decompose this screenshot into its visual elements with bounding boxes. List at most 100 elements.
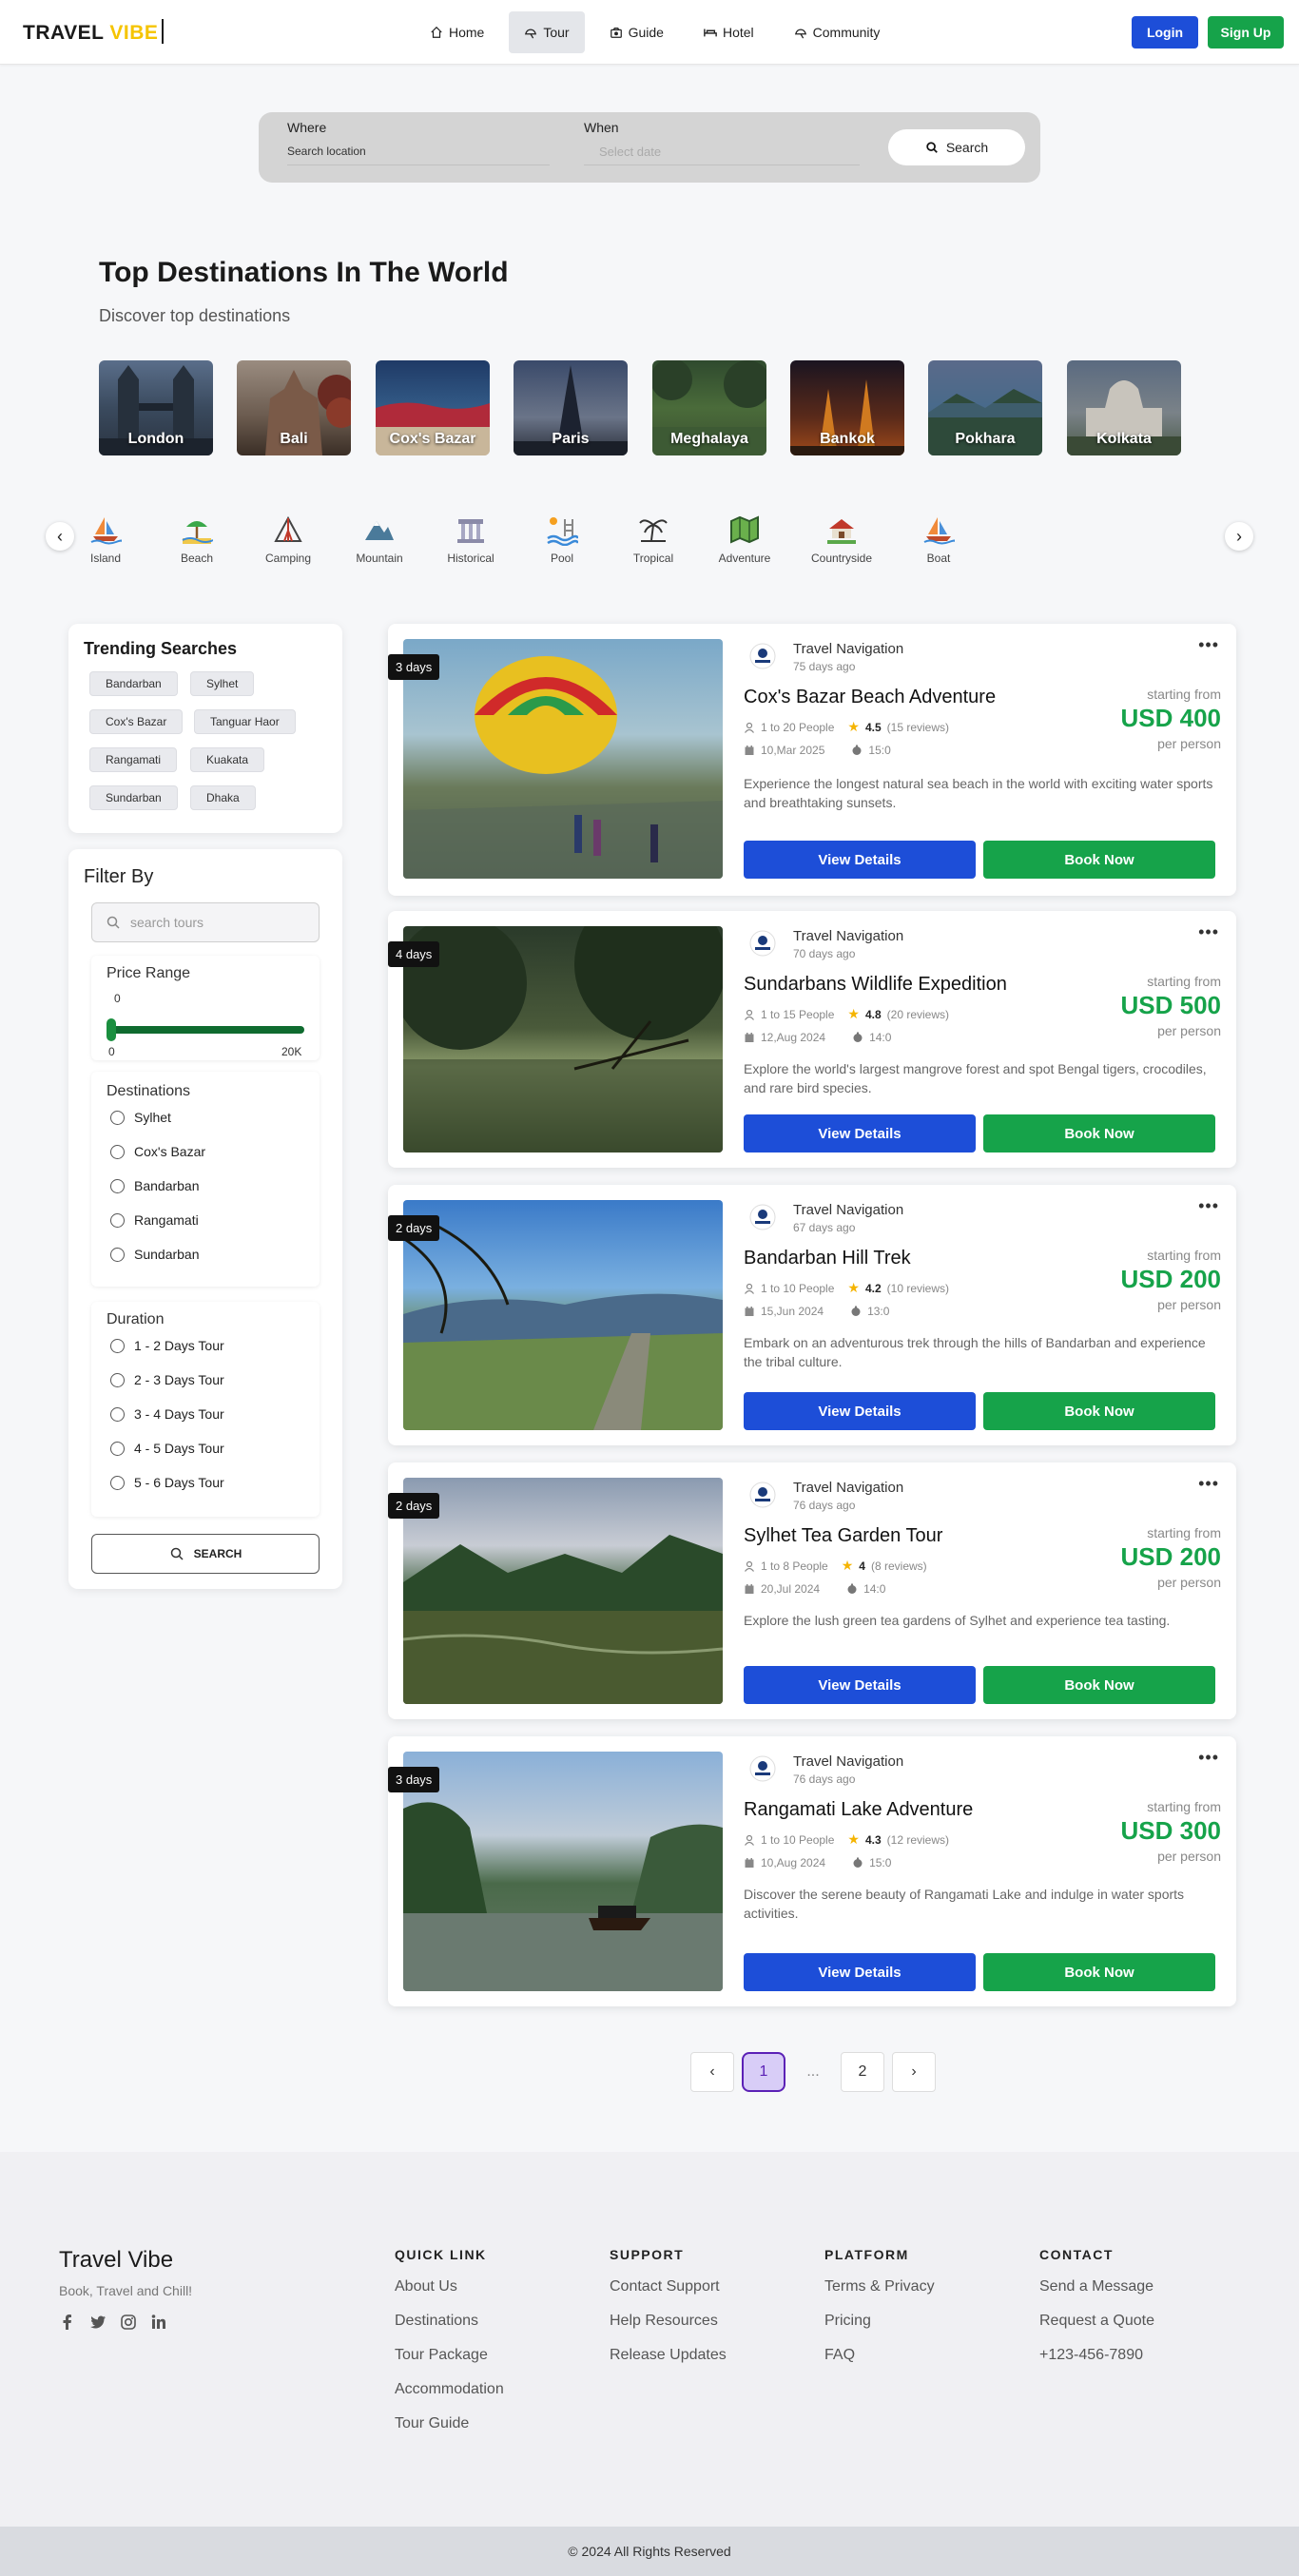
footer-link[interactable]: Pricing [824,2312,935,2331]
category-tropical[interactable]: Tropical [611,513,696,565]
agency-name[interactable]: Travel Navigation [793,1753,903,1770]
book-now-button[interactable]: Book Now [983,1666,1215,1704]
tour-image[interactable] [403,1478,723,1704]
radio-button[interactable] [110,1110,125,1125]
destination-card-pokhara[interactable]: Pokhara [928,360,1042,455]
destination-card-kolkata[interactable]: Kolkata [1067,360,1181,455]
more-options-icon[interactable]: ••• [1198,635,1219,655]
tour-search-input[interactable]: search tours [91,902,320,942]
footer-link[interactable]: Request a Quote [1039,2312,1154,2331]
category-camping[interactable]: Camping [245,513,331,565]
trending-chip[interactable]: Rangamati [89,747,178,772]
trending-chip[interactable]: Sylhet [190,671,255,696]
radio-button[interactable] [110,1475,125,1490]
destination-option[interactable]: Bandarban [110,1178,200,1193]
destination-card-paris[interactable]: Paris [514,360,628,455]
duration-option[interactable]: 4 - 5 Days Tour [110,1441,224,1456]
footer-link[interactable]: Contact Support [610,2277,727,2296]
pagination-prev-button[interactable]: ‹ [690,2052,734,2092]
book-now-button[interactable]: Book Now [983,841,1215,879]
destination-card-meghalaya[interactable]: Meghalaya [652,360,766,455]
tour-title[interactable]: Sylhet Tea Garden Tour [744,1525,942,1547]
tour-image[interactable] [403,1200,723,1430]
pagination-page-2[interactable]: 2 [841,2052,884,2092]
book-now-button[interactable]: Book Now [983,1953,1215,1991]
view-details-button[interactable]: View Details [744,1392,976,1430]
trending-chip[interactable]: Dhaka [190,785,256,810]
footer-link[interactable]: Send a Message [1039,2277,1154,2296]
radio-button[interactable] [110,1247,125,1262]
radio-button[interactable] [110,1372,125,1387]
nav-hotel[interactable]: Hotel [688,11,769,53]
radio-button[interactable] [110,1144,125,1159]
tour-title[interactable]: Bandarban Hill Trek [744,1248,911,1269]
login-button[interactable]: Login [1132,16,1198,48]
tour-image[interactable] [403,1752,723,1991]
twitter-icon[interactable] [89,2314,107,2331]
signup-button[interactable]: Sign Up [1208,16,1284,48]
facebook-icon[interactable] [59,2314,76,2331]
pagination-next-button[interactable]: › [892,2052,936,2092]
footer-link[interactable]: Terms & Privacy [824,2277,935,2296]
trending-chip[interactable]: Cox's Bazar [89,709,184,734]
view-details-button[interactable]: View Details [744,841,976,879]
footer-link[interactable]: FAQ [824,2346,935,2365]
footer-link[interactable]: Release Updates [610,2346,727,2365]
category-boat[interactable]: Boat [896,513,981,565]
category-adventure[interactable]: Adventure [702,513,787,565]
duration-option[interactable]: 1 - 2 Days Tour [110,1338,224,1353]
radio-button[interactable] [110,1441,125,1456]
tour-image[interactable] [403,926,723,1152]
where-input[interactable]: Search location [287,145,550,165]
footer-link[interactable]: Tour Package [395,2346,504,2365]
price-range-track[interactable] [108,1026,304,1034]
destination-card-london[interactable]: London [99,360,213,455]
agency-name[interactable]: Travel Navigation [793,641,903,657]
book-now-button[interactable]: Book Now [983,1114,1215,1152]
trending-chip[interactable]: Tanguar Haor [194,709,296,734]
destination-card-coxs-bazar[interactable]: Cox's Bazar [376,360,490,455]
radio-button[interactable] [110,1178,125,1193]
instagram-icon[interactable] [120,2314,137,2331]
nav-guide[interactable]: Guide [594,11,679,53]
trending-chip[interactable]: Kuakata [190,747,265,772]
destination-option[interactable]: Cox's Bazar [110,1144,205,1159]
duration-option[interactable]: 3 - 4 Days Tour [110,1406,224,1422]
category-historical[interactable]: Historical [428,513,514,565]
tour-title[interactable]: Sundarbans Wildlife Expedition [744,974,1007,996]
filter-search-button[interactable]: SEARCH [91,1534,320,1574]
category-next-button[interactable]: › [1225,522,1253,551]
tour-title[interactable]: Rangamati Lake Adventure [744,1799,973,1821]
more-options-icon[interactable]: ••• [1198,922,1219,942]
trending-chip[interactable]: Bandarban [89,671,178,696]
footer-link[interactable]: Help Resources [610,2312,727,2331]
footer-link[interactable]: About Us [395,2277,504,2296]
destination-card-bali[interactable]: Bali [237,360,351,455]
nav-tour[interactable]: Tour [509,11,585,53]
agency-name[interactable]: Travel Navigation [793,1202,903,1218]
destination-option[interactable]: Rangamati [110,1212,199,1228]
radio-button[interactable] [110,1338,125,1353]
more-options-icon[interactable]: ••• [1198,1748,1219,1768]
view-details-button[interactable]: View Details [744,1666,976,1704]
radio-button[interactable] [110,1406,125,1422]
footer-link[interactable]: Destinations [395,2312,504,2331]
category-mountain[interactable]: Mountain [337,513,422,565]
search-button[interactable]: Search [888,129,1025,165]
tour-title[interactable]: Cox's Bazar Beach Adventure [744,687,996,708]
agency-name[interactable]: Travel Navigation [793,928,903,944]
duration-option[interactable]: 2 - 3 Days Tour [110,1372,224,1387]
category-pool[interactable]: Pool [519,513,605,565]
footer-link[interactable]: +123-456-7890 [1039,2346,1154,2365]
category-countryside[interactable]: Countryside [799,513,884,565]
view-details-button[interactable]: View Details [744,1114,976,1152]
date-input[interactable]: Select date [584,145,860,165]
linkedin-icon[interactable] [150,2314,167,2331]
book-now-button[interactable]: Book Now [983,1392,1215,1430]
category-beach[interactable]: Beach [154,513,240,565]
trending-chip[interactable]: Sundarban [89,785,178,810]
radio-button[interactable] [110,1212,125,1228]
nav-community[interactable]: Community [779,11,896,53]
view-details-button[interactable]: View Details [744,1953,976,1991]
agency-name[interactable]: Travel Navigation [793,1480,903,1496]
